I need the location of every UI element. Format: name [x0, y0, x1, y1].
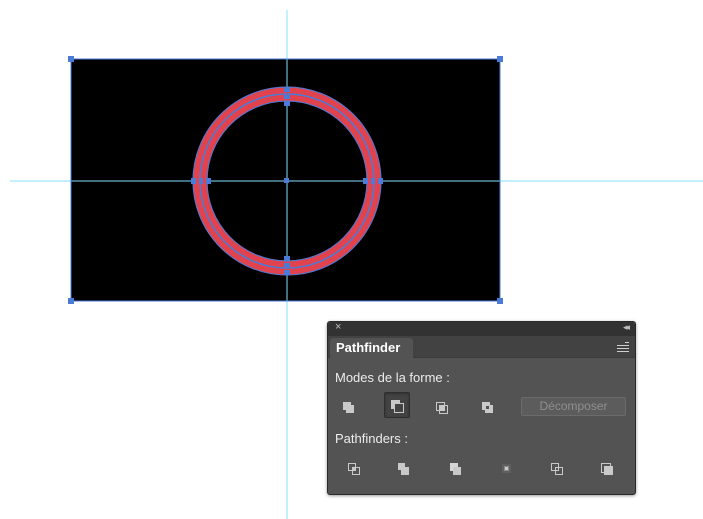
panel-menu-icon[interactable]: [617, 342, 629, 352]
close-icon[interactable]: ×: [335, 321, 341, 333]
anchor-bottom[interactable]: [284, 256, 290, 261]
minus-back-button[interactable]: [594, 456, 620, 482]
shape-modes-label: Modes de la forme :: [335, 370, 450, 385]
trim-button[interactable]: [391, 456, 417, 482]
exclude-icon: [482, 402, 493, 413]
pathfinders-label: Pathfinders :: [335, 431, 408, 446]
divide-button[interactable]: [342, 456, 368, 482]
anchor-top[interactable]: [284, 87, 290, 92]
outline-icon: [551, 463, 563, 475]
tab-pathfinder[interactable]: Pathfinder: [330, 338, 413, 358]
trim-icon: [398, 463, 409, 475]
anchor-right-2[interactable]: [371, 178, 375, 184]
anchor-top-3[interactable]: [284, 101, 290, 106]
center-point: [284, 178, 289, 183]
anchor-top-2[interactable]: [284, 95, 290, 99]
collapse-icon[interactable]: ◂◂: [623, 322, 630, 333]
handle-top-left[interactable]: [68, 56, 74, 62]
anchor-right-3[interactable]: [378, 178, 383, 184]
expand-button[interactable]: Décomposer: [521, 397, 626, 416]
anchor-left-3[interactable]: [206, 178, 211, 184]
handle-bottom-right[interactable]: [497, 298, 503, 304]
crop-button[interactable]: [494, 456, 520, 482]
outline-button[interactable]: [544, 456, 570, 482]
crop-icon: [502, 464, 511, 473]
handle-bottom-left[interactable]: [68, 298, 74, 304]
minus-front-button[interactable]: [384, 392, 410, 418]
anchor-left-2[interactable]: [199, 178, 203, 184]
unite-button[interactable]: [336, 394, 362, 420]
anchor-right[interactable]: [363, 178, 368, 184]
panel-titlebar[interactable]: × ◂◂: [328, 321, 635, 336]
pathfinder-panel: × ◂◂ Pathfinder Modes de la forme : Déco…: [327, 321, 636, 495]
anchor-left[interactable]: [191, 178, 196, 184]
anchor-bottom-2[interactable]: [284, 263, 290, 267]
intersect-icon: [436, 402, 448, 414]
panel-tab-row: Pathfinder: [328, 336, 635, 358]
merge-button[interactable]: [443, 456, 469, 482]
handle-top-right[interactable]: [497, 56, 503, 62]
minus-front-icon: [391, 400, 404, 413]
unite-icon: [343, 402, 354, 413]
anchor-bottom-3[interactable]: [284, 270, 290, 275]
exclude-button[interactable]: [475, 394, 501, 420]
divide-icon: [348, 463, 360, 475]
intersect-button[interactable]: [429, 394, 455, 420]
minus-back-icon: [601, 463, 613, 475]
merge-icon: [450, 463, 461, 475]
